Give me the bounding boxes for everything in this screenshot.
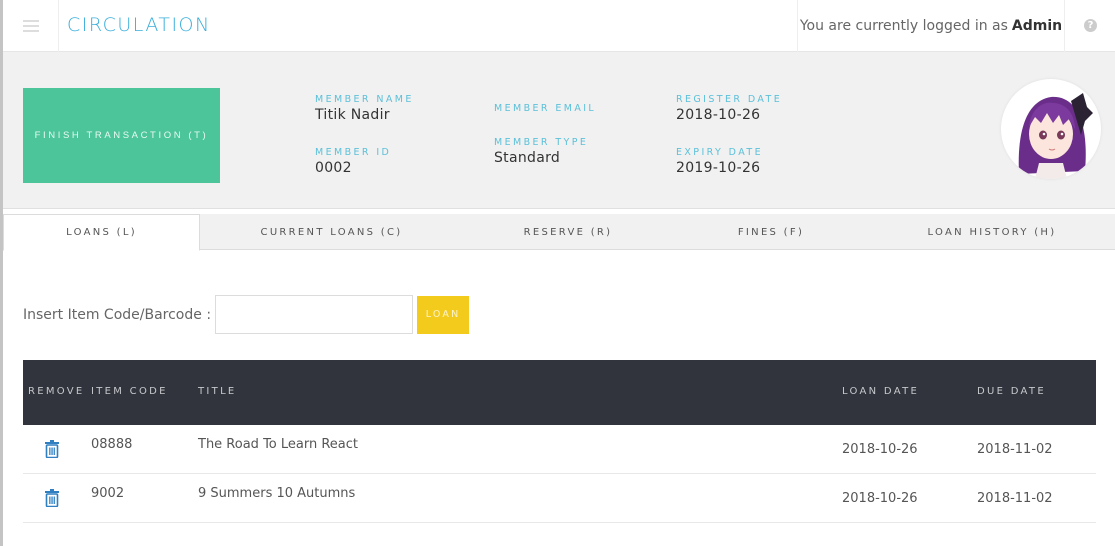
member-avatar-illustration: [1018, 93, 1093, 179]
item-code-label: Insert Item Code/Barcode :: [23, 306, 212, 323]
member-email-field: MEMBER EMAIL: [494, 103, 596, 116]
member-type-value: Standard: [494, 150, 561, 166]
top-bar: CIRCULATION You are currently logged in …: [3, 0, 1115, 52]
due-date: 2018-11-02: [977, 442, 1053, 457]
finish-transaction-button[interactable]: FINISH TRANSACTION (T): [23, 88, 220, 183]
loan-date: 2018-10-26: [842, 442, 918, 457]
item-code: 08888: [91, 437, 133, 452]
due-date: 2018-11-02: [977, 491, 1053, 506]
tab-reserve[interactable]: RESERVE (R): [463, 214, 673, 250]
register-date-label: REGISTER DATE: [676, 94, 783, 105]
login-info: You are currently logged in as Admin: [797, 0, 1065, 52]
login-text: You are currently logged in as: [799, 18, 1008, 34]
page-title: CIRCULATION: [67, 14, 211, 36]
table-row: 9002 9 Summers 10 Autumns 2018-10-26 201…: [23, 474, 1096, 523]
tab-current-loans[interactable]: CURRENT LOANS (C): [200, 214, 463, 250]
member-name-field: MEMBER NAME Titik Nadir: [315, 94, 414, 123]
question-circle-icon[interactable]: ?: [1084, 19, 1097, 32]
column-header-due-date: DUE DATE: [977, 386, 1046, 397]
loan-form: Insert Item Code/Barcode : LOAN: [23, 295, 470, 334]
loan-button[interactable]: LOAN: [417, 295, 470, 334]
member-email-label: MEMBER EMAIL: [494, 103, 597, 114]
table-row: 08888 The Road To Learn React 2018-10-26…: [23, 425, 1096, 474]
loan-date: 2018-10-26: [842, 491, 918, 506]
member-name-value: Titik Nadir: [315, 107, 390, 123]
loans-table: REMOVE ITEM CODE TITLE LOAN DATE DUE DAT…: [23, 360, 1096, 523]
expiry-date-label: EXPIRY DATE: [676, 147, 763, 158]
column-header-title: TITLE: [198, 386, 237, 397]
member-id-field: MEMBER ID 0002: [315, 147, 391, 176]
member-type-label: MEMBER TYPE: [494, 137, 589, 148]
column-header-item-code: ITEM CODE: [91, 386, 168, 397]
member-type-field: MEMBER TYPE Standard: [494, 137, 588, 166]
member-id-value: 0002: [315, 160, 352, 176]
register-date-field: REGISTER DATE 2018-10-26: [676, 94, 782, 123]
member-panel: FINISH TRANSACTION (T) MEMBER NAME Titik…: [3, 52, 1115, 209]
item-code: 9002: [91, 486, 125, 501]
member-name-label: MEMBER NAME: [315, 94, 414, 105]
trash-icon[interactable]: [44, 440, 60, 458]
menu-toggle-button[interactable]: [3, 0, 59, 52]
login-username: Admin: [1011, 18, 1063, 34]
tab-fines[interactable]: FINES (F): [673, 214, 869, 250]
tab-loans[interactable]: LOANS (L): [3, 214, 200, 251]
avatar: [1001, 79, 1101, 179]
trash-icon[interactable]: [44, 489, 60, 507]
expiry-date-value: 2019-10-26: [676, 160, 761, 176]
hamburger-icon: [22, 20, 39, 32]
table-header: REMOVE ITEM CODE TITLE LOAN DATE DUE DAT…: [23, 360, 1096, 425]
tab-loan-history[interactable]: LOAN HISTORY (H): [869, 214, 1115, 250]
item-code-input[interactable]: [215, 295, 414, 334]
member-id-label: MEMBER ID: [315, 147, 392, 158]
register-date-value: 2018-10-26: [676, 107, 761, 123]
expiry-date-field: EXPIRY DATE 2019-10-26: [676, 147, 763, 176]
tab-bar: LOANS (L) CURRENT LOANS (C) RESERVE (R) …: [3, 214, 1115, 251]
column-header-loan-date: LOAN DATE: [842, 386, 920, 397]
item-title: The Road To Learn React: [198, 437, 359, 452]
item-title: 9 Summers 10 Autumns: [198, 486, 356, 501]
left-edge-bar: [0, 0, 3, 546]
column-header-remove: REMOVE: [28, 386, 85, 397]
